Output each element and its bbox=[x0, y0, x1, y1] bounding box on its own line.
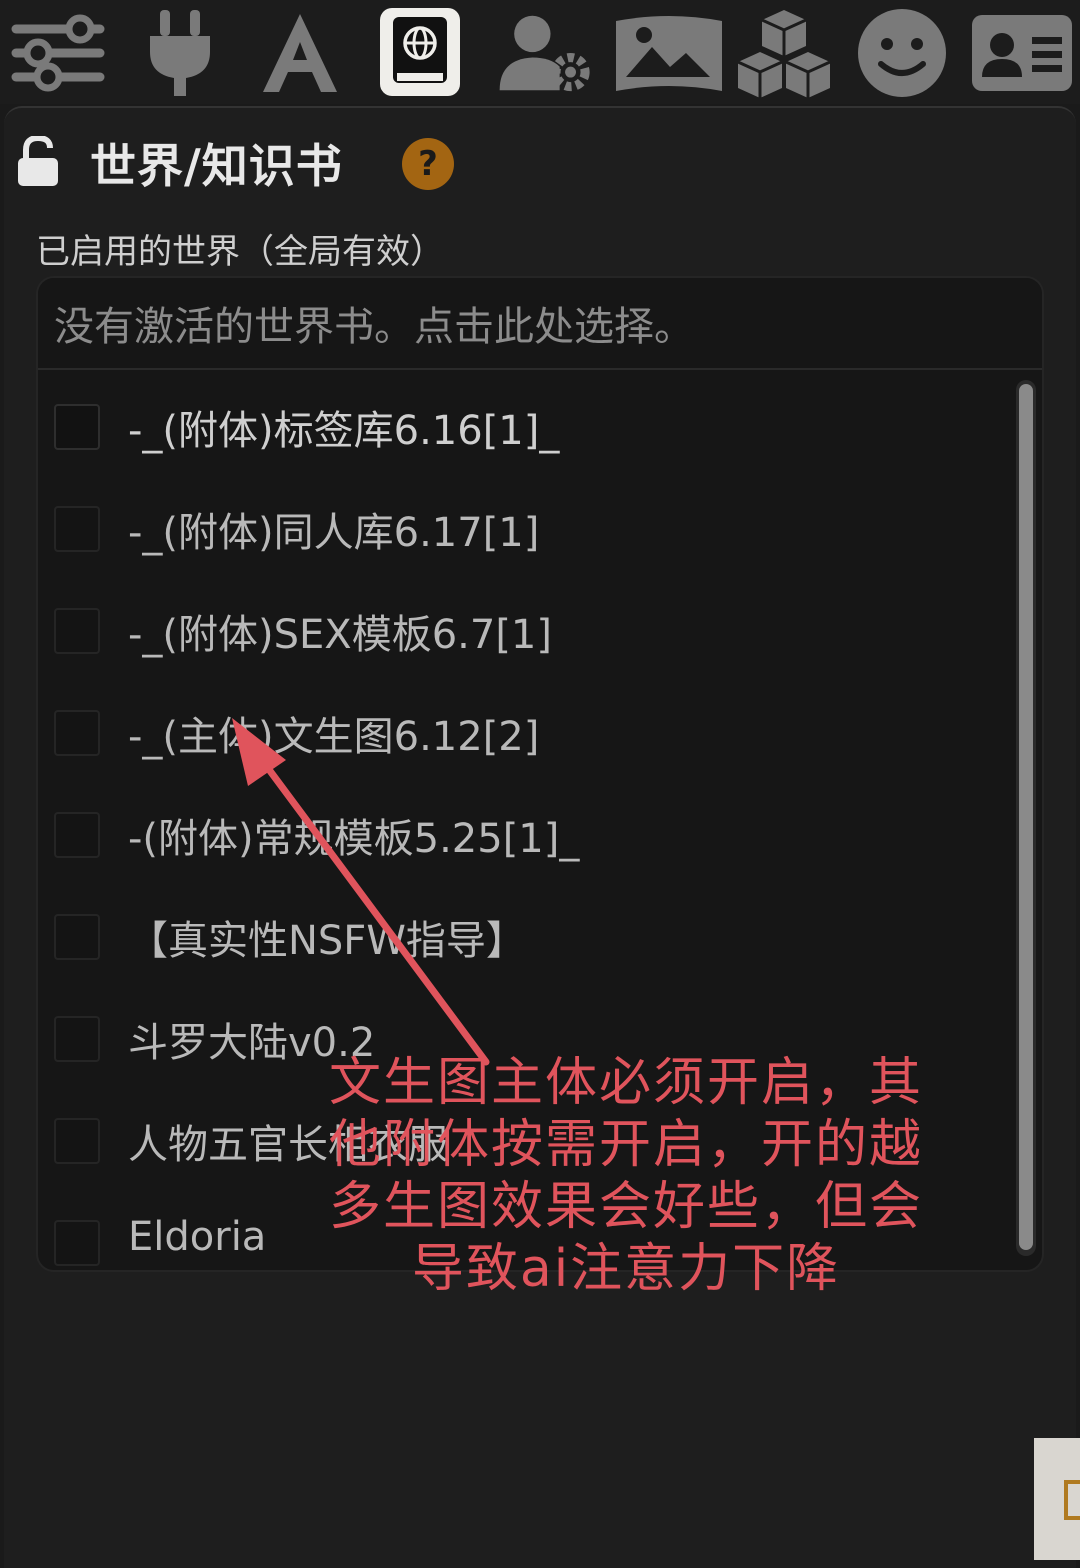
list-item[interactable]: -_(附体)SEX模板6.7[1] bbox=[38, 578, 1008, 680]
unlock-icon[interactable] bbox=[16, 134, 60, 192]
sliders-icon[interactable] bbox=[8, 8, 108, 98]
option-checkbox[interactable] bbox=[54, 608, 100, 654]
font-icon[interactable] bbox=[250, 8, 350, 98]
option-label: -_(附体)SEX模板6.7[1] bbox=[128, 612, 552, 658]
list-item[interactable]: 【真实性NSFW指导】 bbox=[38, 884, 1008, 986]
plug-icon[interactable] bbox=[130, 8, 230, 98]
option-checkbox[interactable] bbox=[54, 404, 100, 450]
list-item[interactable]: -_(附体)同人库6.17[1] bbox=[38, 476, 1008, 578]
option-label: 【真实性NSFW指导】 bbox=[128, 918, 526, 964]
option-checkbox[interactable] bbox=[54, 1118, 100, 1164]
image-icon[interactable] bbox=[612, 8, 726, 98]
user-settings-icon[interactable] bbox=[496, 8, 596, 98]
option-label: -(附体)常规模板5.25[1]_ bbox=[128, 816, 580, 862]
bracket-icon bbox=[1064, 1480, 1080, 1520]
side-drawer-tab[interactable] bbox=[1034, 1438, 1080, 1560]
smile-icon[interactable] bbox=[852, 8, 952, 98]
scrollbar[interactable] bbox=[1016, 380, 1036, 1256]
world-book-icon[interactable] bbox=[380, 8, 460, 96]
option-label: -_(附体)标签库6.16[1]_ bbox=[128, 408, 560, 454]
option-checkbox[interactable] bbox=[54, 1220, 100, 1266]
annotation-note: 文生图主体必须开启，其他附体按需开启，开的越多生图效果会好些，但会导致ai注意力… bbox=[328, 1053, 923, 1299]
option-checkbox[interactable] bbox=[54, 1016, 100, 1062]
option-checkbox[interactable] bbox=[54, 812, 100, 858]
id-card-icon[interactable] bbox=[970, 8, 1074, 98]
active-worlds-label: 已启用的世界（全局有效） bbox=[36, 232, 444, 272]
page-title: 世界/知识书 bbox=[90, 139, 343, 193]
option-label: -_(主体)文生图6.12[2] bbox=[128, 714, 540, 760]
help-icon[interactable]: ? bbox=[402, 138, 454, 190]
option-checkbox[interactable] bbox=[54, 506, 100, 552]
top-toolbar bbox=[0, 0, 1080, 104]
world-select-input[interactable]: 没有激活的世界书。点击此处选择。 bbox=[38, 278, 1042, 370]
scrollbar-thumb[interactable] bbox=[1019, 384, 1033, 1250]
cubes-icon[interactable] bbox=[734, 8, 834, 98]
list-item[interactable]: -_(主体)文生图6.12[2] bbox=[38, 680, 1008, 782]
list-item[interactable]: -(附体)常规模板5.25[1]_ bbox=[38, 782, 1008, 884]
option-checkbox[interactable] bbox=[54, 914, 100, 960]
option-label: Eldoria bbox=[128, 1214, 267, 1260]
option-label: -_(附体)同人库6.17[1] bbox=[128, 510, 540, 556]
list-item[interactable]: -_(附体)标签库6.16[1]_ bbox=[38, 374, 1008, 476]
option-checkbox[interactable] bbox=[54, 710, 100, 756]
